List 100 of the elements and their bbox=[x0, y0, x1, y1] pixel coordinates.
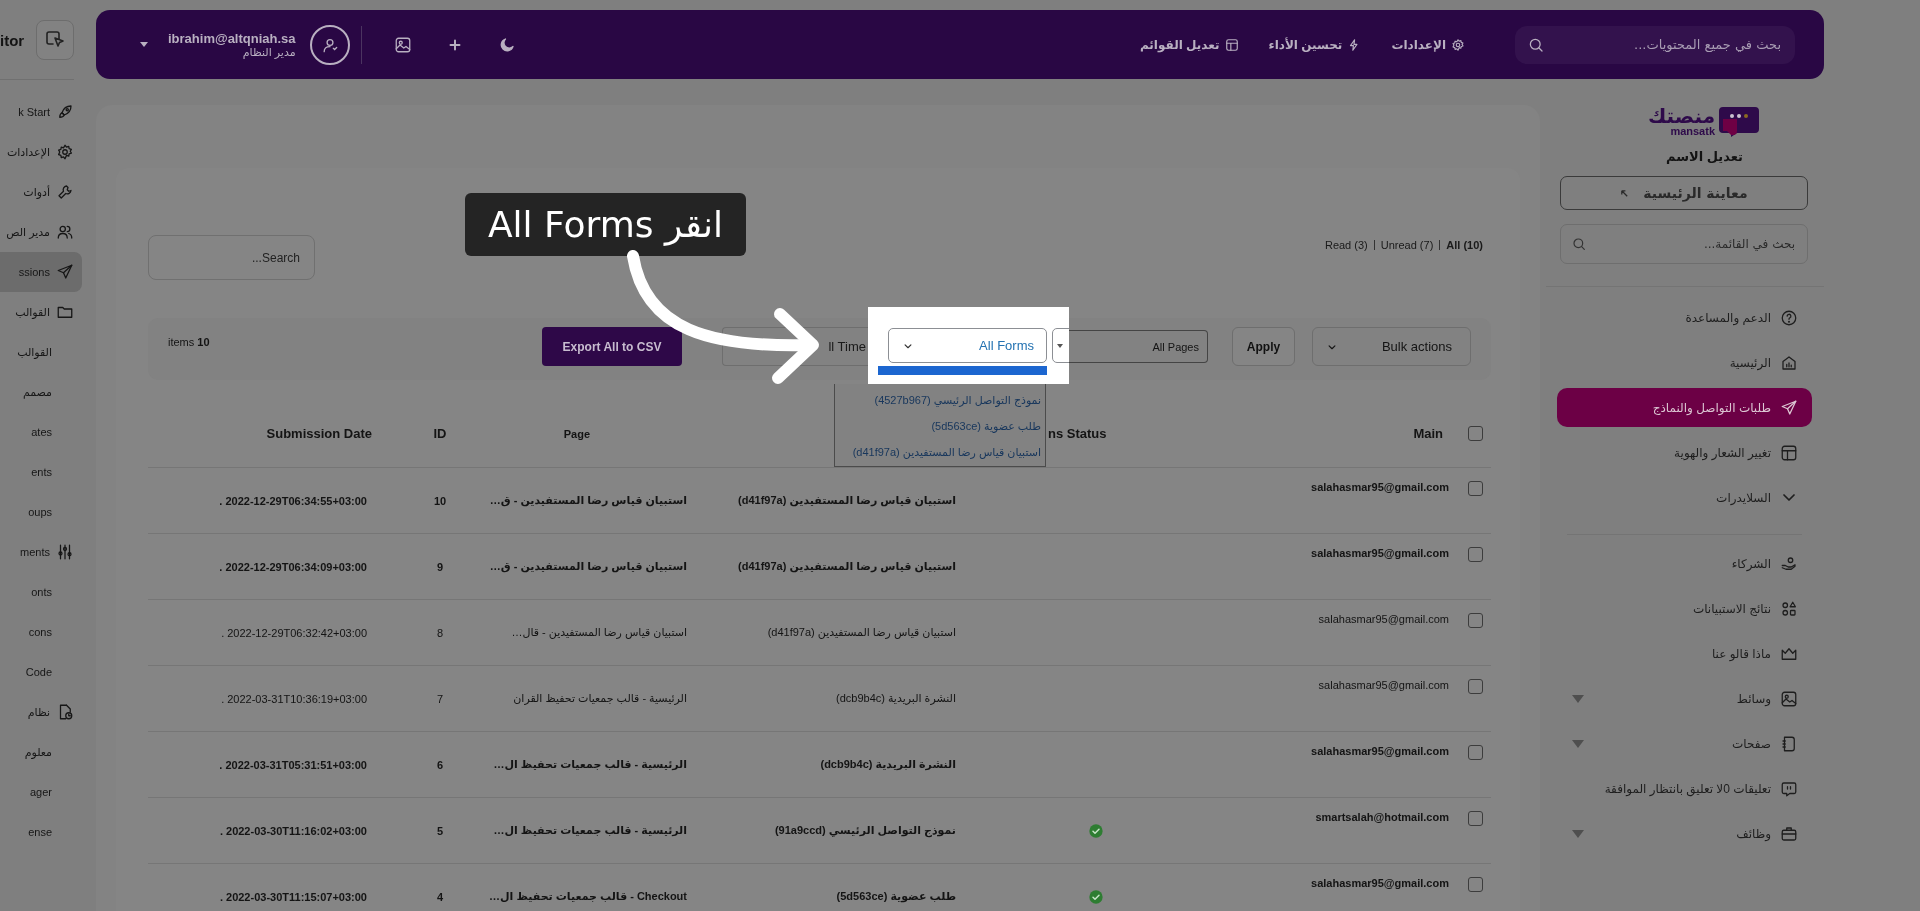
preview-button[interactable]: معاينة الرئيسية bbox=[1560, 176, 1808, 210]
sidebar-subitem[interactable]: onts bbox=[0, 572, 82, 612]
table-cell-text: طلب عضوية (5d563ce) bbox=[835, 890, 957, 903]
filter-link[interactable]: Unread (7) bbox=[1380, 239, 1434, 251]
sidebar-subitem[interactable]: معلوم bbox=[0, 732, 82, 772]
column-header: Submission Date bbox=[265, 426, 373, 441]
caret-icon[interactable] bbox=[140, 42, 148, 47]
table-cell-text: salahasmar95@gmail.com bbox=[1317, 612, 1450, 625]
table-cell-text: Checkout - قالب جمعيات تحفيظ ال… bbox=[488, 890, 688, 903]
app-title: itor bbox=[0, 31, 25, 49]
dropdown-option[interactable]: طلب عضوية (5d563ce) bbox=[835, 413, 1045, 439]
apply-button[interactable]: Apply bbox=[1232, 327, 1295, 366]
menu-item[interactable]: ماذا قالو عنا bbox=[1557, 631, 1812, 676]
sidebar-subitem[interactable]: oups bbox=[0, 492, 82, 532]
image-icon[interactable] bbox=[393, 35, 412, 54]
menu-item[interactable]: وظائف bbox=[1557, 811, 1812, 856]
table-cell-text: . 2022-03-31T10:36:19+03:00 bbox=[220, 692, 368, 705]
sidebar-item[interactable]: k Start bbox=[0, 92, 82, 132]
sidebar-subitem[interactable]: Code bbox=[0, 652, 82, 692]
dropdown-option[interactable]: نموذج التواصل الرئيسي (4527b967) bbox=[835, 387, 1045, 413]
checkbox[interactable] bbox=[1467, 426, 1483, 441]
table-cell-text: 4 bbox=[435, 890, 445, 903]
search-field[interactable]: بحث في جميع المحتويات... bbox=[1553, 36, 1783, 53]
table-cell-text: استبيان قياس رضا المستفيدين - قال… bbox=[510, 626, 688, 639]
sidebar-subitem[interactable]: القوالب bbox=[0, 332, 82, 372]
site-name: تعديل الاسم bbox=[1666, 149, 1743, 164]
shapes-icon bbox=[1780, 599, 1798, 618]
column-header: ns Status bbox=[1048, 426, 1107, 441]
arrow-icon bbox=[1620, 188, 1630, 198]
menu-item[interactable]: طلبات التواصل والنماذج bbox=[1557, 388, 1812, 427]
layout-icon bbox=[1780, 443, 1798, 462]
bulk-actions-select[interactable]: Bulk actions bbox=[1312, 327, 1471, 366]
table-cell-text: 8 bbox=[435, 626, 445, 639]
table-cell-text: 6 bbox=[435, 758, 445, 771]
menu-item[interactable]: الدعم والمساعدة bbox=[1557, 295, 1812, 340]
pages-select[interactable]: All Pages bbox=[1069, 330, 1208, 363]
logo-name: منصتك bbox=[1647, 105, 1715, 126]
search-box[interactable]: بحث في جميع المحتويات... bbox=[1515, 25, 1795, 64]
rocket-icon bbox=[56, 103, 74, 121]
checkbox[interactable] bbox=[1467, 745, 1483, 760]
menu-item[interactable]: نتائج الاستبيانات bbox=[1557, 586, 1812, 631]
menu-item[interactable]: تغيير الشعار والهوية bbox=[1557, 430, 1812, 475]
avatar[interactable] bbox=[309, 24, 350, 65]
sidebar-subitem[interactable]: ents bbox=[0, 452, 82, 492]
chevron-icon bbox=[1783, 494, 1795, 501]
table-cell-text: الرئيسية - قالب جمعيات تحفيظ ال… bbox=[492, 824, 688, 837]
checkbox[interactable] bbox=[1467, 811, 1483, 826]
checkbox[interactable] bbox=[1467, 877, 1483, 892]
layout-icon[interactable] bbox=[1224, 37, 1239, 52]
sidebar-item[interactable]: ssions bbox=[0, 252, 82, 292]
briefcase-icon bbox=[1780, 824, 1798, 843]
column-header: Main bbox=[1412, 426, 1444, 441]
table-cell-text: salahasmar95@gmail.com bbox=[1310, 546, 1450, 559]
hand-icon bbox=[1780, 554, 1798, 573]
menu-item[interactable]: الرئيسية bbox=[1557, 340, 1812, 385]
export-button[interactable]: Export All to CSV bbox=[542, 327, 682, 366]
table-cell-text: استبيان قياس رضا المستفيدين (d41f97a) bbox=[737, 494, 957, 507]
sidebar-item[interactable]: الإعدادات bbox=[0, 132, 82, 172]
notebook-icon bbox=[1780, 734, 1798, 753]
send-icon bbox=[56, 263, 74, 281]
filter-link[interactable]: Read (3) bbox=[1324, 239, 1368, 251]
menu-item[interactable]: الشركاء bbox=[1557, 541, 1812, 586]
image-icon bbox=[1780, 689, 1798, 708]
nav-link[interactable]: تحسين الأداء bbox=[1268, 37, 1343, 52]
search-field[interactable]: بحث في القائمة... bbox=[1595, 236, 1797, 252]
sidebar-subitem[interactable]: ates bbox=[0, 412, 82, 452]
checkbox[interactable] bbox=[1467, 547, 1483, 562]
menu-item[interactable]: السلايدرات bbox=[1557, 475, 1812, 520]
table-cell-text: استبيان قياس رضا المستفيدين - ق… bbox=[488, 560, 688, 573]
checkbox[interactable] bbox=[1467, 679, 1483, 694]
table-cell-text: . 2022-03-30T11:16:02+03:00 bbox=[218, 824, 368, 837]
send-icon bbox=[1780, 398, 1798, 417]
search-box[interactable]: بحث في القائمة... bbox=[1560, 224, 1808, 264]
dropdown-option[interactable]: استبيان قياس رضا المستفيدين (d41f97a) bbox=[835, 439, 1045, 465]
table-cell-text: salahasmar95@gmail.com bbox=[1317, 678, 1450, 691]
sidebar-item[interactable]: ments bbox=[0, 532, 82, 572]
search-field[interactable]: Search... bbox=[148, 235, 315, 280]
checkbox[interactable] bbox=[1467, 481, 1483, 496]
table-cell-text: استبيان قياس رضا المستفيدين (d41f97a) bbox=[766, 626, 957, 639]
sidebar-subitem[interactable]: مصمم bbox=[0, 372, 82, 412]
instruction-callout: انقر All Forms bbox=[465, 193, 746, 256]
filter-link[interactable]: All (10) bbox=[1446, 239, 1483, 251]
sidebar-item[interactable]: أدوات bbox=[0, 172, 82, 212]
sidebar-subitem[interactable]: ense bbox=[0, 812, 82, 852]
menu-item[interactable]: تعليقات 0لا تعليق بانتظار الموافقة bbox=[1557, 766, 1812, 811]
menu-item[interactable]: وسائط bbox=[1557, 676, 1812, 721]
sidebar-subitem[interactable]: ager bbox=[0, 772, 82, 812]
settings-icon[interactable] bbox=[1451, 37, 1465, 52]
sidebar-item[interactable]: القوالب bbox=[0, 292, 82, 332]
editor-button[interactable] bbox=[36, 20, 74, 60]
sidebar-item[interactable]: نظام bbox=[0, 692, 82, 732]
checkbox[interactable] bbox=[1467, 613, 1483, 628]
sidebar-item[interactable]: مدير الص bbox=[0, 212, 82, 252]
nav-link[interactable]: تعديل القوائم bbox=[1139, 37, 1220, 52]
table-cell-text: نموذج التواصل الرئيسي (91a9ccd) bbox=[773, 824, 957, 837]
table-cell-text: 7 bbox=[435, 692, 445, 705]
forms-select[interactable]: All Forms bbox=[888, 328, 1047, 363]
menu-item[interactable]: صفحات bbox=[1557, 721, 1812, 766]
nav-link[interactable]: الإعدادات bbox=[1391, 37, 1446, 52]
sidebar-subitem[interactable]: cons bbox=[0, 612, 82, 652]
